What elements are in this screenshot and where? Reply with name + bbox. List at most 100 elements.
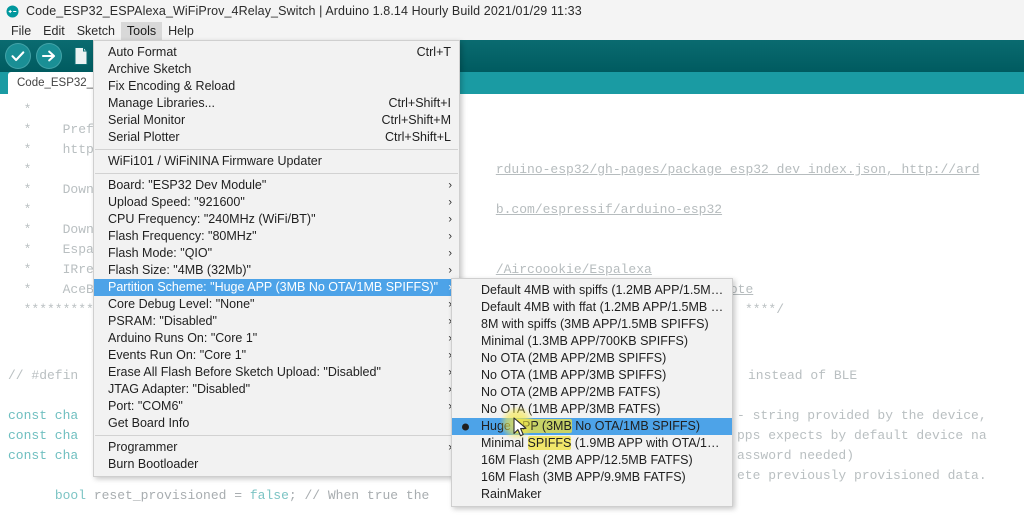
code-line: * Espa <box>8 242 94 257</box>
code-line: ********* <box>8 302 94 317</box>
new-sketch-file-icon <box>74 47 88 65</box>
menu-file[interactable]: File <box>5 22 37 40</box>
submenu-item-minimal[interactable]: Minimal (1.3MB APP/700KB SPIFFS) <box>452 333 732 350</box>
code-line-right: - string provided by the device, <box>737 408 987 423</box>
submenu-item-minimal-spiffs[interactable]: Minimal SPIFFS (1.9MB APP with OTA/190KB… <box>452 435 732 452</box>
menu-item-archive-sketch[interactable]: Archive Sketch <box>94 61 459 78</box>
menu-item-label: Port: "COM6" <box>108 399 183 413</box>
chevron-right-icon: › <box>448 179 452 191</box>
tab-active-sketch[interactable]: Code_ESP32_ <box>8 72 103 94</box>
menu-separator <box>95 173 458 174</box>
menu-help[interactable]: Help <box>162 22 200 40</box>
title-bar: Code_ESP32_ESPAlexa_WiFiProv_4Relay_Swit… <box>0 0 1024 22</box>
upload-button[interactable] <box>36 43 62 69</box>
menu-item-label: Default 4MB with spiffs (1.2MB APP/1.5MB… <box>481 283 724 297</box>
menu-bar[interactable]: File Edit Sketch Tools Help <box>0 22 1024 40</box>
tab-label: Code_ESP32_ <box>17 77 94 89</box>
menu-item-label: No OTA (2MB APP/2MB SPIFFS) <box>481 351 667 365</box>
menu-edit[interactable]: Edit <box>37 22 71 40</box>
code-line-right: ete previously provisioned data. <box>737 468 987 483</box>
menu-item-cpu-frequency[interactable]: CPU Frequency: "240MHz (WiFi/BT)" › <box>94 211 459 228</box>
menu-item-label: Get Board Info <box>108 416 190 430</box>
submenu-item-rainmaker[interactable]: RainMaker <box>452 486 732 503</box>
menu-item-label: Board: "ESP32 Dev Module" <box>108 178 267 192</box>
menu-item-programmer[interactable]: Programmer › <box>94 439 459 456</box>
menu-item-label: Auto Format <box>108 45 177 59</box>
new-sketch-button[interactable] <box>68 43 94 69</box>
code-line: * Down <box>8 222 94 237</box>
arduino-logo-icon <box>6 5 19 18</box>
partition-scheme-submenu[interactable]: Default 4MB with spiffs (1.2MB APP/1.5MB… <box>451 278 733 507</box>
menu-item-events-run-on[interactable]: Events Run On: "Core 1" › <box>94 347 459 364</box>
code-line: const cha <box>8 408 79 423</box>
menu-item-label: Manage Libraries... <box>108 96 216 110</box>
menu-sketch[interactable]: Sketch <box>71 22 121 40</box>
menu-item-upload-speed[interactable]: Upload Speed: "921600" › <box>94 194 459 211</box>
menu-item-label: 8M with spiffs (3MB APP/1.5MB SPIFFS) <box>481 317 709 331</box>
menu-item-get-board-info[interactable]: Get Board Info <box>94 415 459 432</box>
radio-selected-icon <box>462 423 469 430</box>
code-line: * <box>8 102 32 117</box>
menu-item-label: No OTA (1MB APP/3MB FATFS) <box>481 402 661 416</box>
submenu-item-default-4mb-ffat[interactable]: Default 4MB with ffat (1.2MB APP/1.5MB F… <box>452 299 732 316</box>
menu-item-flash-mode[interactable]: Flash Mode: "QIO" › <box>94 245 459 262</box>
menu-item-label: Arduino Runs On: "Core 1" <box>108 331 258 345</box>
menu-tools[interactable]: Tools <box>120 22 163 40</box>
menu-item-label: Erase All Flash Before Sketch Upload: "D… <box>108 365 381 379</box>
menu-item-auto-format[interactable]: Auto Format Ctrl+T <box>94 44 459 61</box>
menu-item-accel: Ctrl+Shift+M <box>381 113 451 127</box>
menu-item-partition-scheme[interactable]: Partition Scheme: "Huge APP (3MB No OTA/… <box>94 279 459 296</box>
tools-dropdown-menu[interactable]: Auto Format Ctrl+T Archive Sketch Fix En… <box>93 40 460 477</box>
menu-item-jtag-adapter[interactable]: JTAG Adapter: "Disabled" › <box>94 381 459 398</box>
menu-item-label: RainMaker <box>481 487 542 501</box>
verify-button[interactable] <box>5 43 31 69</box>
menu-item-erase-all-flash[interactable]: Erase All Flash Before Sketch Upload: "D… <box>94 364 459 381</box>
menu-item-label: PSRAM: "Disabled" <box>108 314 217 328</box>
submenu-item-huge-app[interactable]: Huge APP (3MB No OTA/1MB SPIFFS) <box>452 418 732 435</box>
menu-item-label: Serial Plotter <box>108 130 180 144</box>
menu-item-accel: Ctrl+Shift+L <box>384 130 451 144</box>
menu-item-burn-bootloader[interactable]: Burn Bootloader <box>94 456 459 473</box>
menu-item-board[interactable]: Board: "ESP32 Dev Module" › <box>94 177 459 194</box>
menu-item-port[interactable]: Port: "COM6" › <box>94 398 459 415</box>
menu-item-fix-encoding[interactable]: Fix Encoding & Reload <box>94 78 459 95</box>
menu-item-serial-monitor[interactable]: Serial Monitor Ctrl+Shift+M <box>94 112 459 129</box>
chevron-right-icon: › <box>448 247 452 259</box>
menu-item-label: Burn Bootloader <box>108 457 199 471</box>
menu-item-label: Fix Encoding & Reload <box>108 79 236 93</box>
code-line: * Down <box>8 182 94 197</box>
menu-item-serial-plotter[interactable]: Serial Plotter Ctrl+Shift+L <box>94 129 459 146</box>
menu-item-core-debug-level[interactable]: Core Debug Level: "None" › <box>94 296 459 313</box>
submenu-item-8m-spiffs[interactable]: 8M with spiffs (3MB APP/1.5MB SPIFFS) <box>452 316 732 333</box>
submenu-item-no-ota-2mb-spiffs[interactable]: No OTA (2MB APP/2MB SPIFFS) <box>452 350 732 367</box>
submenu-item-16m-flash-2mb[interactable]: 16M Flash (2MB APP/12.5MB FATFS) <box>452 452 732 469</box>
menu-item-manage-libraries[interactable]: Manage Libraries... Ctrl+Shift+I <box>94 95 459 112</box>
submenu-item-no-ota-2mb-fatfs[interactable]: No OTA (2MB APP/2MB FATFS) <box>452 384 732 401</box>
submenu-item-default-4mb-spiffs[interactable]: Default 4MB with spiffs (1.2MB APP/1.5MB… <box>452 282 732 299</box>
menu-item-accel: Ctrl+T <box>416 45 451 59</box>
code-line: * <box>8 202 32 217</box>
menu-item-flash-size[interactable]: Flash Size: "4MB (32Mb)" › <box>94 262 459 279</box>
menu-item-wifi-firmware-updater[interactable]: WiFi101 / WiFiNINA Firmware Updater <box>94 153 459 170</box>
menu-item-label: Huge APP (3MB No OTA/1MB SPIFFS) <box>481 419 701 433</box>
code-line: const cha <box>8 448 79 463</box>
chevron-right-icon: › <box>448 213 452 225</box>
menu-item-flash-frequency[interactable]: Flash Frequency: "80MHz" › <box>94 228 459 245</box>
submenu-item-16m-flash-3mb[interactable]: 16M Flash (3MB APP/9.9MB FATFS) <box>452 469 732 486</box>
menu-item-psram[interactable]: PSRAM: "Disabled" › <box>94 313 459 330</box>
menu-separator <box>95 149 458 150</box>
menu-item-label: Minimal SPIFFS (1.9MB APP with OTA/190KB… <box>481 436 724 450</box>
menu-item-label: Flash Size: "4MB (32Mb)" <box>108 263 251 277</box>
code-token-keyword: bool <box>54 488 87 503</box>
code-line: * <box>8 162 32 177</box>
menu-item-arduino-runs-on[interactable]: Arduino Runs On: "Core 1" › <box>94 330 459 347</box>
menu-item-label: Archive Sketch <box>108 62 192 76</box>
menu-item-label: Flash Mode: "QIO" <box>108 246 213 260</box>
menu-item-label: 16M Flash (2MB APP/12.5MB FATFS) <box>481 453 693 467</box>
menu-item-accel: Ctrl+Shift+I <box>388 96 451 110</box>
menu-item-label: Flash Frequency: "80MHz" <box>108 229 257 243</box>
arduino-ide-window: Code_ESP32_ESPAlexa_WiFiProv_4Relay_Swit… <box>0 0 1024 517</box>
submenu-item-no-ota-1mb-fatfs[interactable]: No OTA (1MB APP/3MB FATFS) <box>452 401 732 418</box>
code-line-right: instead of BLE <box>748 368 858 383</box>
submenu-item-no-ota-1mb-spiffs[interactable]: No OTA (1MB APP/3MB SPIFFS) <box>452 367 732 384</box>
